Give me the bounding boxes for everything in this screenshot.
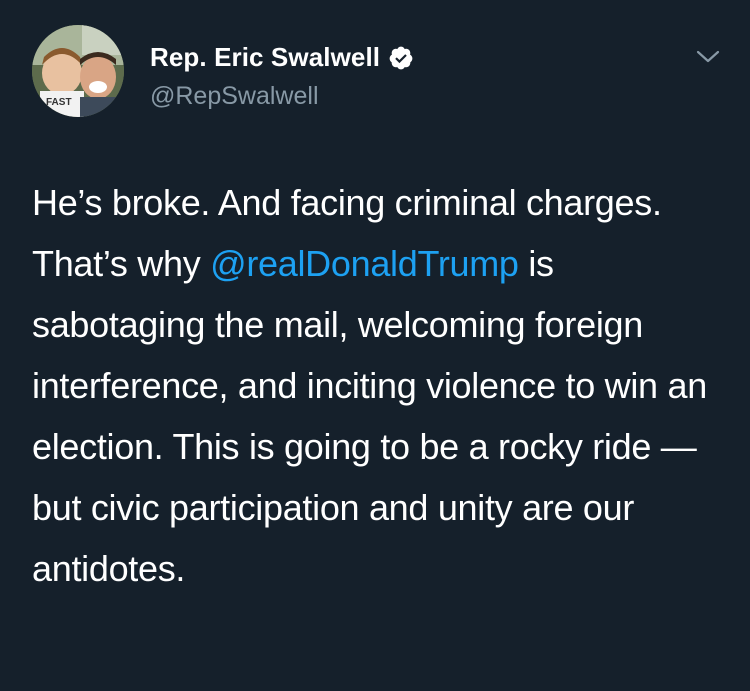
svg-text:FAST: FAST	[46, 97, 72, 108]
tweet-text-part2: is sabotaging the mail, welcoming foreig…	[32, 243, 707, 589]
avatar[interactable]: FAST	[32, 25, 124, 117]
avatar-photo-icon: FAST	[32, 25, 124, 117]
tweet-text: He’s broke. And facing criminal charges.…	[32, 172, 732, 599]
tweet-card: FAST Rep. Eric Swalwell @RepSwalwell He’…	[0, 0, 750, 691]
chevron-down-icon[interactable]	[695, 48, 721, 66]
author-display-name[interactable]: Rep. Eric Swalwell	[150, 42, 380, 73]
author-handle[interactable]: @RepSwalwell	[150, 82, 319, 111]
verified-badge-icon	[388, 45, 414, 71]
author-name-row[interactable]: Rep. Eric Swalwell	[150, 42, 414, 73]
mention-link[interactable]: @realDonaldTrump	[210, 243, 519, 284]
